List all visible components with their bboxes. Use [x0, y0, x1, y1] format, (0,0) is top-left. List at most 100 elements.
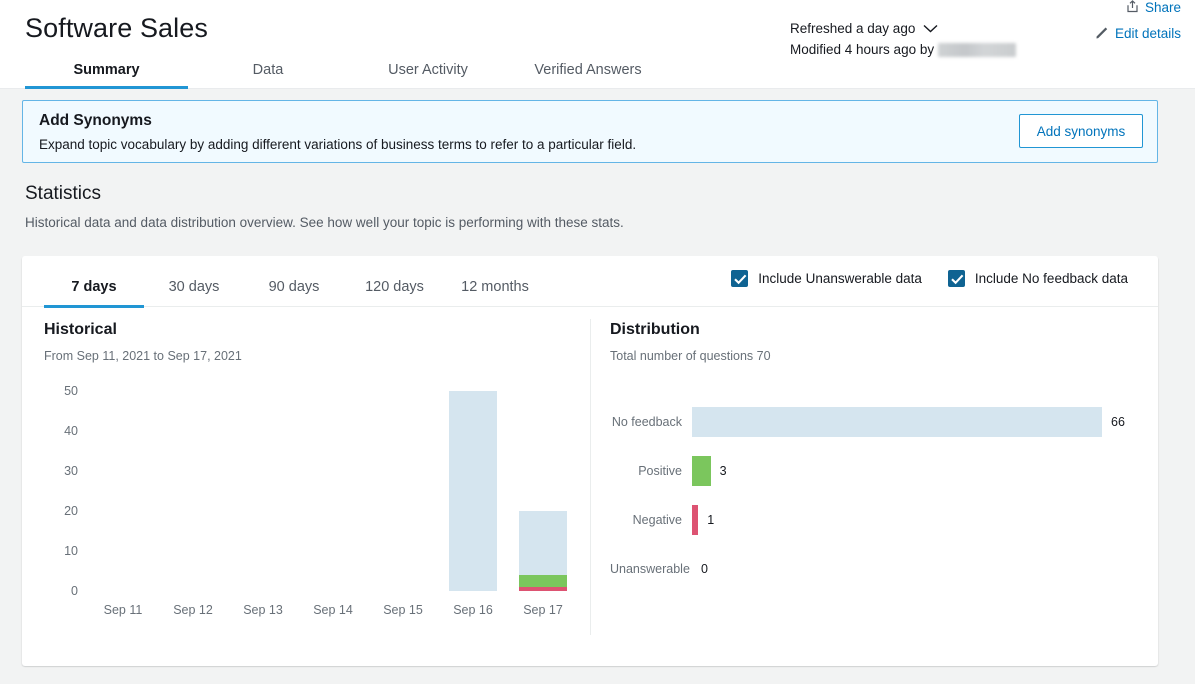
y-axis-tick: 40: [64, 424, 78, 438]
bar-segment-nofeedback: [519, 511, 567, 575]
share-button[interactable]: Share: [1091, 0, 1181, 17]
main-content: Add Synonyms Expand topic vocabulary by …: [0, 89, 1195, 684]
x-axis-tick: Sep 15: [383, 603, 423, 617]
statistics-description: Historical data and data distribution ov…: [25, 215, 624, 230]
distribution-value: 3: [719, 463, 727, 478]
tab-verified-answers-label: Verified Answers: [534, 62, 642, 78]
distribution-row[interactable]: Positive 3: [610, 446, 1150, 495]
checkbox-checked-icon[interactable]: [947, 270, 965, 287]
historical-title: Historical: [44, 321, 117, 338]
edit-details-button[interactable]: Edit details: [1091, 24, 1181, 43]
historical-bar-stack[interactable]: [449, 391, 497, 591]
page-title: Software Sales: [25, 13, 208, 43]
tab-verified-answers[interactable]: Verified Answers: [508, 62, 668, 89]
distribution-value: 1: [707, 512, 715, 527]
distribution-row-label: Positive: [638, 463, 682, 478]
x-axis-tick: Sep 13: [243, 603, 283, 617]
range-tab-30-days-label: 30 days: [168, 279, 220, 295]
range-tab-7-days-label: 7 days: [71, 279, 117, 295]
charts-area: Historical From Sep 11, 2021 to Sep 17, …: [22, 307, 1158, 665]
range-tab-120-days-label: 120 days: [365, 279, 424, 295]
distribution-row-label: Negative: [632, 512, 682, 527]
tab-summary[interactable]: Summary: [25, 62, 188, 89]
range-tab-bar: 7 days 30 days 90 days 120 days 12 month…: [22, 256, 1158, 308]
distribution-bar: [692, 504, 699, 535]
range-tab-7-days[interactable]: 7 days: [44, 279, 144, 308]
chevron-down-icon[interactable]: [923, 24, 938, 33]
range-tab-90-days[interactable]: 90 days: [244, 279, 344, 307]
header-actions: Share Edit details: [1091, 0, 1181, 43]
refreshed-row[interactable]: Refreshed a day ago: [790, 18, 1016, 39]
pencil-icon: [1095, 26, 1109, 40]
x-axis-tick: Sep 14: [313, 603, 353, 617]
header-metadata: Refreshed a day ago Modified 4 hours ago…: [790, 18, 1017, 60]
banner-description: Expand topic vocabulary by adding differ…: [39, 137, 637, 152]
statistics-title: Statistics: [25, 183, 102, 204]
distribution-row[interactable]: Negative 1: [610, 495, 1150, 544]
historical-plot-area: 0 10 20 30 40 50 Sep 11 Sep 12 Sep 13 Sep 14 Sep 1…: [64, 384, 578, 617]
edit-details-label: Edit details: [1114, 26, 1181, 41]
distribution-chart: No feedback 66 Positive 3 Negative 1 Unanswera…: [610, 397, 1150, 593]
y-axis-tick: 10: [64, 544, 78, 558]
range-tab-12-months-label: 12 months: [461, 279, 529, 295]
share-label: Share: [1144, 0, 1181, 15]
historical-subtitle: From Sep 11, 2021 to Sep 17, 2021: [44, 349, 242, 363]
distribution-title: Distribution: [610, 321, 700, 338]
x-axis-tick: Sep 12: [173, 603, 213, 617]
distribution-row-label: Unanswerable: [610, 561, 690, 576]
bar-segment-positive: [519, 575, 567, 587]
page-header: Software Sales Refreshed a day ago Modif…: [0, 0, 1195, 89]
include-unanswerable-label: Include Unanswerable data: [758, 271, 922, 286]
tab-user-activity[interactable]: User Activity: [348, 62, 508, 89]
distribution-subtitle: Total number of questions 70: [610, 349, 771, 363]
historical-bar-slot[interactable]: [169, 391, 217, 591]
historical-bar-slot[interactable]: [309, 391, 357, 591]
historical-bar-slot[interactable]: [519, 391, 567, 591]
historical-chart: 0 10 20 30 40 50 Sep 11 Sep 12 Sep 13 Sep 14 Sep 1…: [44, 384, 584, 630]
historical-panel: Historical From Sep 11, 2021 to Sep 17, …: [44, 319, 589, 630]
historical-bar-slot[interactable]: [99, 391, 147, 591]
range-tab-120-days[interactable]: 120 days: [344, 279, 445, 307]
range-tab-90-days-label: 90 days: [268, 279, 320, 295]
x-axis-tick: Sep 16: [453, 603, 493, 617]
x-axis-tick: Sep 11: [103, 603, 143, 617]
range-tabs: 7 days 30 days 90 days 120 days 12 month…: [44, 256, 545, 308]
include-no-feedback-label: Include No feedback data: [974, 271, 1128, 286]
y-axis-tick: 20: [64, 504, 78, 518]
bar-segment-nofeedback: [449, 391, 497, 591]
statistics-header: Statistics Historical data and data dist…: [25, 181, 624, 232]
historical-bar-slot[interactable]: [379, 391, 427, 591]
distribution-row[interactable]: Unanswerable 0: [610, 544, 1150, 593]
data-filter-checkboxes: Include Unanswerable data Include No fee…: [731, 270, 1128, 287]
historical-bar-slot[interactable]: [449, 391, 497, 591]
top-tab-bar: Summary Data User Activity Verified Answ…: [0, 55, 1195, 89]
x-axis-tick: Sep 17: [523, 603, 563, 617]
tab-data[interactable]: Data: [188, 62, 348, 89]
distribution-row-label: No feedback: [611, 414, 682, 429]
tab-summary-label: Summary: [73, 62, 140, 78]
distribution-value: 0: [701, 561, 708, 576]
distribution-value: 66: [1111, 414, 1125, 429]
refreshed-text: Refreshed a day ago: [790, 21, 916, 36]
distribution-bar: [692, 455, 711, 486]
tab-user-activity-label: User Activity: [388, 62, 468, 78]
y-axis-tick: 30: [64, 464, 78, 478]
historical-bar-slot[interactable]: [239, 391, 287, 591]
share-icon: [1126, 0, 1139, 13]
range-tab-30-days[interactable]: 30 days: [144, 279, 244, 307]
y-axis-tick: 0: [71, 584, 78, 598]
checkbox-checked-icon[interactable]: [731, 270, 749, 287]
bar-segment-negative: [519, 587, 567, 591]
statistics-card: 7 days 30 days 90 days 120 days 12 month…: [22, 256, 1158, 666]
include-unanswerable-checkbox[interactable]: Include Unanswerable data: [731, 270, 922, 287]
distribution-row[interactable]: No feedback 66: [610, 397, 1150, 446]
tab-data-label: Data: [252, 62, 284, 78]
distribution-bar: [692, 406, 1102, 437]
range-tab-12-months[interactable]: 12 months: [445, 279, 545, 307]
include-no-feedback-checkbox[interactable]: Include No feedback data: [947, 270, 1128, 287]
add-synonyms-button[interactable]: Add synonyms: [1019, 114, 1143, 148]
panel-divider: [590, 319, 591, 635]
add-synonyms-banner: Add Synonyms Expand topic vocabulary by …: [22, 100, 1158, 163]
historical-bar-stack[interactable]: [519, 511, 567, 591]
distribution-panel: Distribution Total number of questions 7…: [610, 319, 1150, 593]
